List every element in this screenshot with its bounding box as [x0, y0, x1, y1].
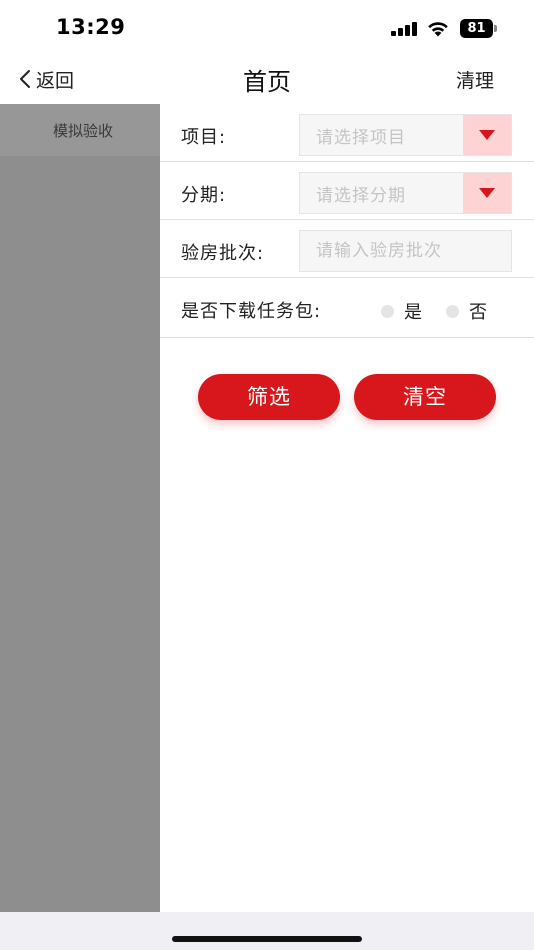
download-label: 是否下载任务包: — [181, 301, 322, 322]
project-row: 项目: 请选择项目 — [160, 104, 534, 162]
sidebar: 模拟验收 — [0, 104, 160, 912]
phase-row: 分期: 请选择分期 — [160, 162, 534, 220]
action-buttons: 筛选 清空 — [160, 374, 534, 420]
status-bar: 13:29 81 — [0, 0, 534, 56]
clear-cache-button[interactable]: 清理 — [456, 66, 494, 93]
batch-input[interactable] — [299, 230, 512, 272]
sidebar-item-simulated-acceptance[interactable]: 模拟验收 — [0, 104, 160, 156]
download-no-radio[interactable]: 否 — [446, 298, 487, 324]
project-dropdown-button[interactable] — [463, 115, 511, 155]
filter-form: 项目: 请选择项目 分期: 请选择分期 验房批次: 是否下载任务包: — [160, 104, 534, 338]
project-select[interactable]: 请选择项目 — [299, 114, 512, 156]
download-yes-label: 是 — [404, 302, 422, 323]
chevron-left-icon — [20, 70, 30, 88]
download-yes-radio[interactable]: 是 — [381, 298, 422, 324]
home-indicator[interactable] — [172, 936, 362, 942]
back-button[interactable]: 返回 — [18, 64, 74, 94]
status-time: 13:29 — [56, 15, 126, 39]
back-label: 返回 — [36, 69, 75, 92]
batch-label: 验房批次: — [181, 243, 265, 264]
signal-icon — [391, 22, 418, 36]
app-screen: 13:29 81 返回 首页 清理 模拟验收 项目: 请选择项目 分期: 请选择… — [0, 0, 534, 950]
project-label: 项目: — [181, 127, 227, 148]
phase-placeholder: 请选择分期 — [316, 185, 406, 206]
radio-circle-icon — [446, 304, 459, 318]
phase-label: 分期: — [181, 185, 227, 206]
download-no-label: 否 — [469, 302, 487, 323]
wifi-icon — [428, 22, 448, 37]
filter-button[interactable]: 筛选 — [198, 374, 340, 420]
nav-bar: 返回 首页 清理 — [0, 56, 534, 104]
caret-down-icon — [479, 130, 495, 140]
page-title: 首页 — [243, 68, 291, 96]
battery-level: 81 — [460, 19, 493, 38]
radio-circle-icon — [381, 304, 394, 318]
phase-dropdown-button[interactable] — [463, 173, 511, 213]
battery-icon: 81 — [460, 19, 497, 38]
phase-select[interactable]: 请选择分期 — [299, 172, 512, 214]
bottom-bar — [0, 912, 534, 950]
download-row: 是否下载任务包: 是 否 — [160, 278, 534, 338]
clear-button[interactable]: 清空 — [354, 374, 496, 420]
project-placeholder: 请选择项目 — [316, 127, 406, 148]
batch-row: 验房批次: — [160, 220, 534, 278]
caret-down-icon — [479, 188, 495, 198]
